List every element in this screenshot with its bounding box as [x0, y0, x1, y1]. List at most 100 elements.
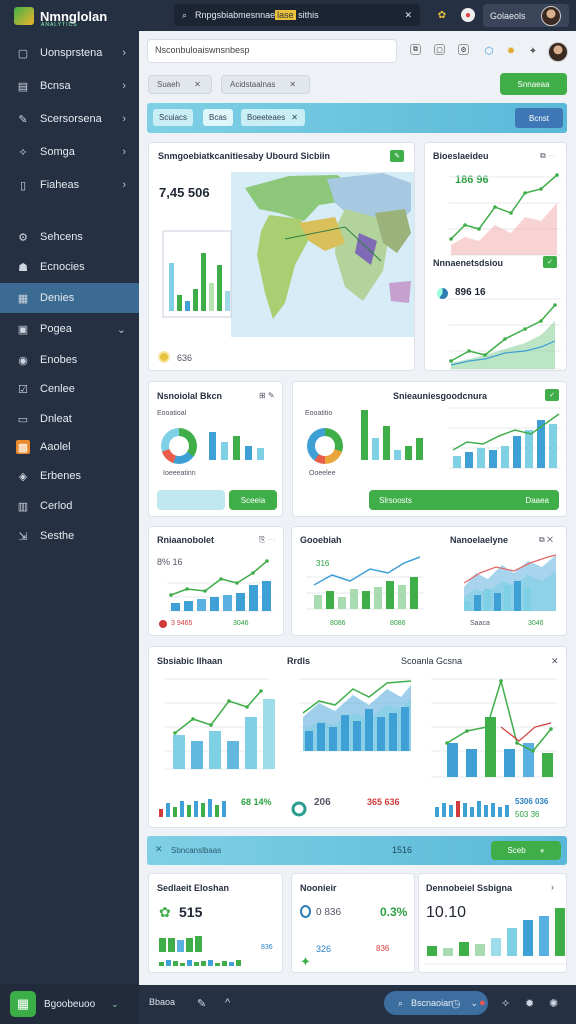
user-icon: ☗ [18, 261, 28, 274]
book-icon: ▯ [19, 179, 27, 192]
sidebar-bottom[interactable]: ▦ Bgoobeuoo ⌄ [0, 984, 139, 1024]
pen-icon[interactable]: ✎ [197, 997, 206, 1010]
chevron-icon[interactable]: ⌄ [117, 323, 126, 336]
help-icon[interactable]: ✦ [526, 44, 540, 58]
notification-icon[interactable]: ● [461, 8, 475, 22]
data-point [251, 571, 255, 575]
leaf-icon[interactable]: ✿ [435, 8, 449, 22]
doc-icon: ▭ [17, 413, 29, 426]
close-icon[interactable]: ✕ [404, 10, 412, 21]
gear-icon[interactable]: ✹ [504, 44, 518, 58]
settings-icon[interactable]: ⚙ [458, 44, 469, 55]
chart-bar [201, 961, 206, 966]
puzzle-icon[interactable]: ✧ [501, 997, 510, 1010]
avatar[interactable] [541, 5, 561, 26]
chevron-icon[interactable]: › [122, 80, 126, 92]
banner-chip[interactable]: Bcas [203, 109, 233, 126]
chart-bar [233, 436, 240, 460]
copy-icon[interactable]: ⧉ [410, 44, 421, 55]
top-search[interactable]: ⌕ Rnpgsbiabmesnnae lase sithis ✕ [174, 4, 420, 26]
data-point [169, 593, 173, 597]
close-icon[interactable]: ✕ [289, 80, 296, 89]
data-point [523, 327, 527, 331]
user-menu[interactable]: Golaeols [483, 4, 569, 27]
share-icon[interactable]: ⬡ [482, 44, 496, 58]
sidebar-item[interactable]: ◉ Enobes [0, 345, 139, 375]
sidebar-item[interactable]: ▣ Pogea ⌄ [0, 314, 139, 344]
sidebar-item[interactable]: ▯ Fiaheas › [0, 170, 139, 200]
chart-bar [193, 289, 198, 311]
sidebar-item[interactable]: ☑ Cenlee [0, 374, 139, 404]
sidebar-item[interactable]: ◈ Erbenes [0, 461, 139, 491]
chart-bar [524, 587, 531, 611]
filter-chip[interactable]: Suaeh ✕ [148, 75, 212, 94]
main-search-input[interactable]: Nsconbuloaiswnsnbesp [147, 39, 397, 63]
data-point [185, 587, 189, 591]
foot-value: 365 636 [367, 797, 400, 807]
chart-bar [180, 801, 184, 817]
coin-icon [158, 351, 170, 363]
app-logo[interactable]: Nmnglolan ANALYTICS [14, 5, 107, 28]
chart-bar [489, 450, 497, 468]
banner-chip[interactable]: Boeeteaes ✕ [241, 109, 305, 126]
sidebar-item[interactable]: ☗ Ecnocies [0, 252, 139, 282]
banner-icon: ✕ [155, 844, 163, 854]
sidebar-item[interactable]: ▦ Denies [0, 283, 139, 313]
banner-chip[interactable]: Scuiacs [153, 109, 194, 126]
gear-icon[interactable]: ✹ [525, 997, 534, 1010]
caret-up-icon[interactable]: ^ [225, 997, 230, 1009]
chevron-down-icon[interactable]: ⌄ [111, 999, 119, 1010]
chevron-icon[interactable]: › [122, 179, 126, 191]
chart-bar [442, 803, 446, 817]
info-banner: Scuiacs Bcas Boeeteaes ✕ Bcnst [147, 103, 567, 133]
banner-button[interactable]: Sceb ● [491, 841, 561, 860]
sidebar-item-label: Bcnsa [40, 80, 71, 92]
sidebar-item[interactable]: ▤ Bcnsa › [0, 71, 139, 101]
primary-action-button[interactable]: Snnaeaa [500, 73, 567, 95]
chart-bar [159, 938, 166, 952]
chevron-down-icon: ⌄ [470, 997, 478, 1008]
chevron-icon[interactable]: › [122, 47, 126, 59]
sidebar-item-label: Cenlee [40, 383, 75, 395]
clock-icon[interactable]: ◷ [451, 997, 461, 1010]
banner-button[interactable]: Bcnst [515, 108, 563, 128]
sidebar-item[interactable]: ▥ Cerlod [0, 491, 139, 521]
chart-bar [475, 944, 485, 956]
sidebar-item[interactable]: ✎ Scersorsena › [0, 104, 139, 134]
close-icon[interactable]: ✕ [291, 113, 298, 122]
sidebar-item[interactable]: ⚙ Sehcens [0, 222, 139, 252]
toggle-icon[interactable]: ● [540, 846, 545, 855]
card-button[interactable]: Slrsoosts Daaea [369, 490, 559, 510]
foot-value: 3 9465 [171, 620, 193, 627]
card-value: 0 836 [316, 907, 342, 918]
sidebar-item[interactable]: ✧ Somga › [0, 137, 139, 167]
chart-bar [225, 291, 230, 311]
bottom-bar: Bbaoa ✎ ^ ⌕ Bscnaoian ⌄ ◷ ● ✧ ✹ ✺ [139, 985, 576, 1024]
filter-chip[interactable]: Acidstaalnas ✕ [221, 75, 310, 94]
chevron-icon[interactable]: › [122, 113, 126, 125]
card-button[interactable]: Sceeia [229, 490, 277, 510]
filter-icon[interactable]: ▢ [434, 44, 445, 55]
chart-bar [194, 801, 198, 817]
settings-icon[interactable]: ✺ [549, 997, 558, 1010]
zero-icon [300, 905, 311, 918]
avatar[interactable] [548, 42, 568, 62]
notification-icon[interactable]: ● [479, 997, 486, 1009]
sidebar-item[interactable]: ▢ Uonsprstena › [0, 38, 139, 68]
sidebar-item[interactable]: ⇲ Sesthe [0, 521, 139, 551]
sidebar-item-label: Somga [40, 146, 75, 158]
check-icon[interactable]: ✓ [543, 256, 557, 268]
chart-bar [236, 960, 241, 966]
sidebar-item[interactable]: ▭ Dnleat [0, 404, 139, 434]
chart-bar [453, 456, 461, 468]
expand-icon[interactable]: ⧉ ⋯ [540, 151, 556, 161]
sidebar-item[interactable]: ▩ Aaolel [0, 432, 139, 462]
data-point [503, 337, 507, 341]
bottom-search-button[interactable]: ⌕ Bscnaoian ⌄ [384, 991, 488, 1015]
grid-icon[interactable]: ▦ [10, 991, 36, 1017]
chart-bar [195, 936, 202, 952]
close-icon[interactable]: ✕ [194, 80, 201, 89]
chart-bar [209, 432, 216, 460]
chart-bar [257, 448, 264, 460]
chevron-icon[interactable]: › [122, 146, 126, 158]
